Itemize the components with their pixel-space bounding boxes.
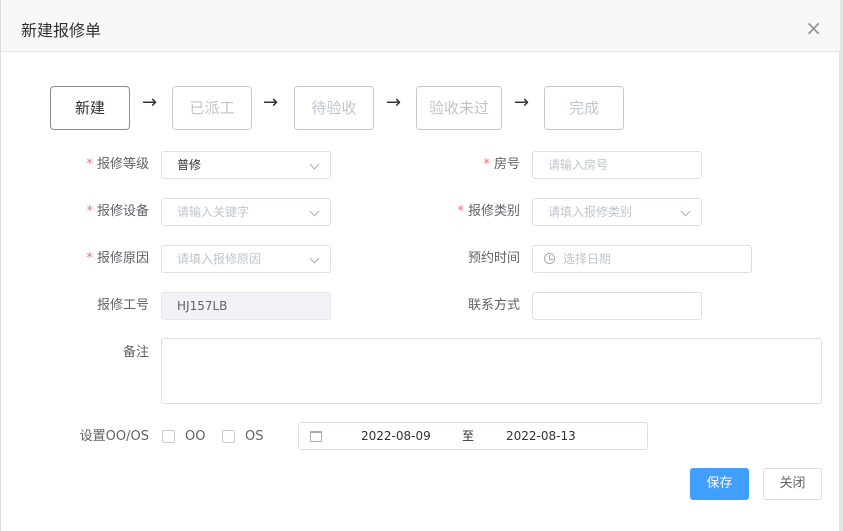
chevron-down-icon: [309, 253, 320, 264]
required-mark: *: [86, 204, 93, 219]
save-button[interactable]: 保存: [690, 468, 749, 500]
date-range-start[interactable]: 2022-08-09: [361, 428, 431, 444]
contact-label: 联系方式: [467, 298, 520, 313]
arrow-right-icon: →: [386, 92, 402, 113]
repair-category-select[interactable]: 请填入报修类别: [532, 198, 702, 226]
arrow-right-icon: →: [263, 92, 279, 113]
oo-os-label: 设置OO/OS: [79, 429, 149, 444]
os-checkbox-label: OS: [245, 429, 264, 444]
oo-checkbox-label: OO: [185, 429, 206, 444]
background-strip: [839, 0, 843, 531]
step-new: 新建: [50, 86, 130, 130]
chevron-down-icon: [309, 159, 320, 170]
repair-order-dialog: 新建报修单 × 新建 → 已派工 → 待验收 → 验收未过 → 完成 * 报修等级…: [0, 0, 840, 531]
date-range-picker[interactable]: 2022-08-09 至 2022-08-13: [298, 422, 648, 450]
repair-level-label: * 报修等级: [86, 157, 149, 172]
repair-ticket-no-input: HJ157LB: [161, 292, 331, 320]
chevron-down-icon: [680, 206, 691, 217]
repair-reason-select[interactable]: 请填入报修原因: [161, 245, 331, 273]
step-completed: 完成: [544, 86, 624, 130]
step-pending-acceptance: 待验收: [294, 86, 374, 130]
os-checkbox[interactable]: [222, 430, 235, 443]
arrow-right-icon: →: [142, 92, 158, 113]
room-no-input[interactable]: 请输入房号: [532, 151, 702, 179]
chevron-down-icon: [309, 206, 320, 217]
close-icon[interactable]: ×: [805, 18, 822, 38]
required-mark: *: [483, 157, 490, 172]
remark-textarea[interactable]: [161, 338, 822, 404]
calendar-icon: [310, 431, 322, 442]
required-mark: *: [86, 251, 93, 266]
clock-icon: [544, 253, 555, 264]
oo-checkbox[interactable]: [162, 430, 175, 443]
appointment-time-label: 预约时间: [467, 251, 520, 266]
contact-input[interactable]: [532, 292, 702, 320]
required-mark: *: [86, 157, 93, 172]
arrow-right-icon: →: [514, 92, 530, 113]
remark-label: 备注: [122, 345, 149, 360]
step-acceptance-failed: 验收未过: [416, 86, 502, 130]
repair-reason-label: * 报修原因: [86, 251, 149, 266]
appointment-date-picker[interactable]: 选择日期: [532, 245, 752, 273]
required-mark: *: [457, 204, 464, 219]
close-button[interactable]: 关闭: [763, 468, 822, 500]
date-range-separator: 至: [462, 429, 475, 443]
dialog-title: 新建报修单: [21, 21, 102, 40]
repair-category-label: * 报修类别: [457, 204, 520, 219]
repair-ticket-no-label: 报修工号: [96, 298, 149, 313]
repair-level-select[interactable]: 普修: [161, 151, 331, 179]
step-dispatched: 已派工: [172, 86, 252, 130]
room-no-label: * 房号: [483, 157, 520, 172]
date-range-end[interactable]: 2022-08-13: [506, 428, 576, 444]
repair-device-select[interactable]: 请输入关键字: [161, 198, 331, 226]
repair-device-label: * 报修设备: [86, 204, 149, 219]
dialog-header: 新建报修单 ×: [1, 0, 840, 52]
